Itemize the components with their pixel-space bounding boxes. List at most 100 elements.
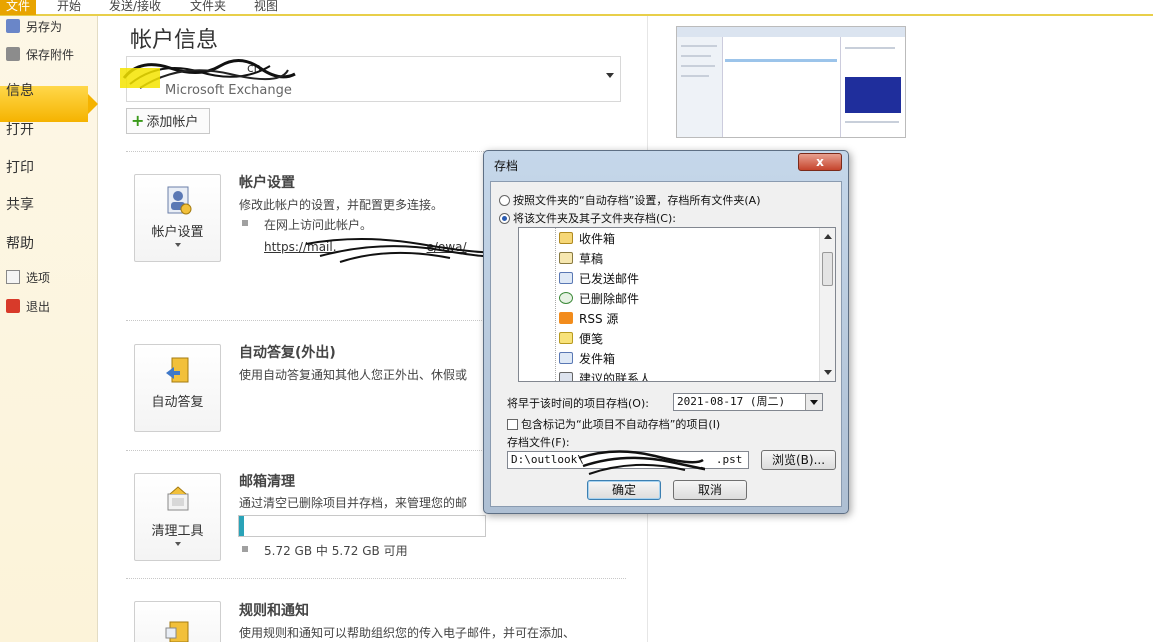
nav-exit[interactable]: 退出 [0, 298, 98, 315]
account-settings-button-label: 帐户设置 [151, 225, 204, 240]
scroll-down-icon[interactable] [824, 370, 832, 375]
outlook-window-thumbnail [676, 26, 906, 138]
cancel-button[interactable]: 取消 [673, 480, 747, 500]
tree-item-outbox[interactable]: 发件箱 [559, 350, 615, 367]
cleanup-tools-button-label: 清理工具 [151, 524, 204, 539]
account-settings-button[interactable]: 帐户设置 [134, 174, 221, 262]
thumb-line [845, 47, 895, 49]
radio-autoarchive-all[interactable]: 按照文件夹的“自动存档”设置，存档所有文件夹(A) [499, 192, 761, 208]
auto-reply-heading: 自动答复(外出) [239, 345, 336, 361]
save-as-icon [6, 19, 20, 33]
rules-description: 使用规则和通知可以帮助组织您的传入电子邮件，并可在添加、 [239, 626, 576, 640]
radio-archive-folder-label: 将该文件夹及其子文件夹存档(C): [513, 212, 676, 225]
tree-scrollbar[interactable] [819, 228, 835, 381]
auto-reply-button[interactable]: 自动答复 [134, 344, 221, 432]
nav-print[interactable]: 打印 [0, 157, 98, 177]
tree-item-rss[interactable]: RSS 源 [559, 310, 618, 327]
tree-guide-line [555, 228, 556, 381]
cleanup-tools-icon [167, 486, 189, 511]
tree-item-label: 建议的联系人 [579, 372, 652, 382]
auto-reply-icon [166, 357, 189, 383]
scroll-up-icon[interactable] [824, 234, 832, 239]
tree-item-label: 发件箱 [579, 352, 616, 366]
archive-date-value: 2021-08-17 (周二) [677, 395, 786, 408]
tab-file[interactable]: 文件 [0, 0, 37, 15]
nav-open[interactable]: 打开 [0, 119, 98, 139]
tree-item-notes[interactable]: 便笺 [559, 330, 603, 347]
rss-icon [559, 312, 573, 324]
nav-save-as-label: 另存为 [26, 20, 63, 34]
thumb-selected-row [725, 59, 837, 62]
nav-share[interactable]: 共享 [0, 194, 98, 214]
tree-item-sent[interactable]: 已发送邮件 [559, 270, 639, 287]
add-account-button[interactable]: + 添加帐户 [126, 108, 210, 134]
thumb-line [681, 75, 709, 77]
radio-autoarchive-label: 按照文件夹的“自动存档”设置，存档所有文件夹(A) [513, 194, 761, 207]
account-selector[interactable]: cn Microsoft Exchange [126, 56, 621, 102]
mailbox-usage-bar [238, 515, 486, 537]
nav-options[interactable]: 选项 [0, 269, 98, 286]
account-settings-description: 修改此帐户的设置，并配置更多连接。 [239, 198, 444, 212]
outbox-icon [559, 352, 573, 364]
archive-file-ext: .pst [715, 453, 743, 466]
bullet [242, 546, 248, 552]
archive-date-select[interactable]: 2021-08-17 (周二) [673, 393, 823, 411]
nav-help[interactable]: 帮助 [0, 233, 98, 253]
include-noarchive-checkbox[interactable]: 包含标记为“此项目不自动存档”的项目(I) [507, 416, 720, 432]
rules-alerts-button[interactable] [134, 601, 221, 642]
tree-item-drafts[interactable]: 草稿 [559, 250, 603, 267]
close-icon: x [816, 155, 824, 169]
tree-item-label: 收件箱 [579, 232, 616, 246]
folder-tree[interactable]: 收件箱 草稿 已发送邮件 已删除邮件 RSS 源 便笺 发件箱 建议的联系人 [518, 227, 836, 382]
tree-item-label: 便笺 [579, 332, 604, 346]
nav-options-label: 选项 [26, 271, 51, 285]
page-title: 帐户信息 [130, 28, 219, 53]
radio-icon [499, 195, 510, 206]
tab-home[interactable]: 开始 [57, 0, 81, 15]
chevron-down-icon[interactable] [805, 394, 822, 410]
owa-link[interactable]: https://mail. e/owa/ [264, 240, 467, 254]
tab-send-receive[interactable]: 发送/接收 [109, 0, 161, 15]
auto-reply-button-label: 自动答复 [151, 395, 204, 410]
tree-item-inbox[interactable]: 收件箱 [559, 230, 615, 247]
account-type: Microsoft Exchange [165, 83, 292, 98]
outlook-backstage: 文件 开始 发送/接收 文件夹 视图 另存为 保存附件 信息 打开 打印 共享 … [0, 0, 1153, 642]
archive-dialog: 存档 x 按照文件夹的“自动存档”设置，存档所有文件夹(A) 将该文件夹及其子文… [483, 150, 849, 514]
nav-save-as[interactable]: 另存为 [0, 18, 98, 35]
rules-heading: 规则和通知 [239, 603, 309, 619]
nav-save-attachments[interactable]: 保存附件 [0, 46, 98, 63]
options-icon [6, 270, 20, 284]
cleanup-description: 通过清空已删除项目并存档，来管理您的邮 [239, 496, 468, 510]
thumb-folder-pane [677, 37, 723, 137]
thumb-line [681, 45, 717, 47]
add-account-label: 添加帐户 [146, 115, 199, 130]
radio-selected-icon [499, 213, 510, 224]
archive-file-label: 存档文件(F): [507, 436, 570, 449]
tab-view[interactable]: 视图 [254, 0, 278, 15]
radio-archive-folder[interactable]: 将该文件夹及其子文件夹存档(C): [499, 210, 676, 226]
contacts-icon [559, 372, 573, 381]
owa-bullet-text: 在网上访问此帐户。 [264, 218, 373, 232]
include-noarchive-label: 包含标记为“此项目不自动存档”的项目(I) [521, 418, 721, 431]
thumb-message-list [723, 37, 841, 137]
bullet [242, 220, 248, 226]
checkbox-icon [507, 419, 518, 430]
close-button[interactable]: x [798, 153, 842, 171]
backstage-nav: 另存为 保存附件 信息 打开 打印 共享 帮助 选项 退出 [0, 16, 98, 642]
cleanup-tools-button[interactable]: 清理工具 [134, 473, 221, 561]
scroll-thumb[interactable] [822, 252, 833, 286]
browse-button[interactable]: 浏览(B)... [761, 450, 836, 470]
tree-item-label: RSS 源 [579, 312, 619, 326]
tree-item-contacts[interactable]: 建议的联系人 [559, 370, 652, 382]
ok-button[interactable]: 确定 [587, 480, 661, 500]
rules-icon [165, 621, 189, 642]
sent-icon [559, 272, 573, 284]
thumb-line [845, 121, 899, 123]
tree-item-deleted[interactable]: 已删除邮件 [559, 290, 639, 307]
nav-info[interactable]: 信息 [0, 80, 98, 100]
drafts-icon [559, 252, 573, 264]
tab-folder[interactable]: 文件夹 [190, 0, 226, 15]
divider [126, 578, 626, 579]
tree-item-label: 草稿 [579, 252, 604, 266]
archive-file-input[interactable]: D:\outlook\ .pst [507, 451, 749, 469]
